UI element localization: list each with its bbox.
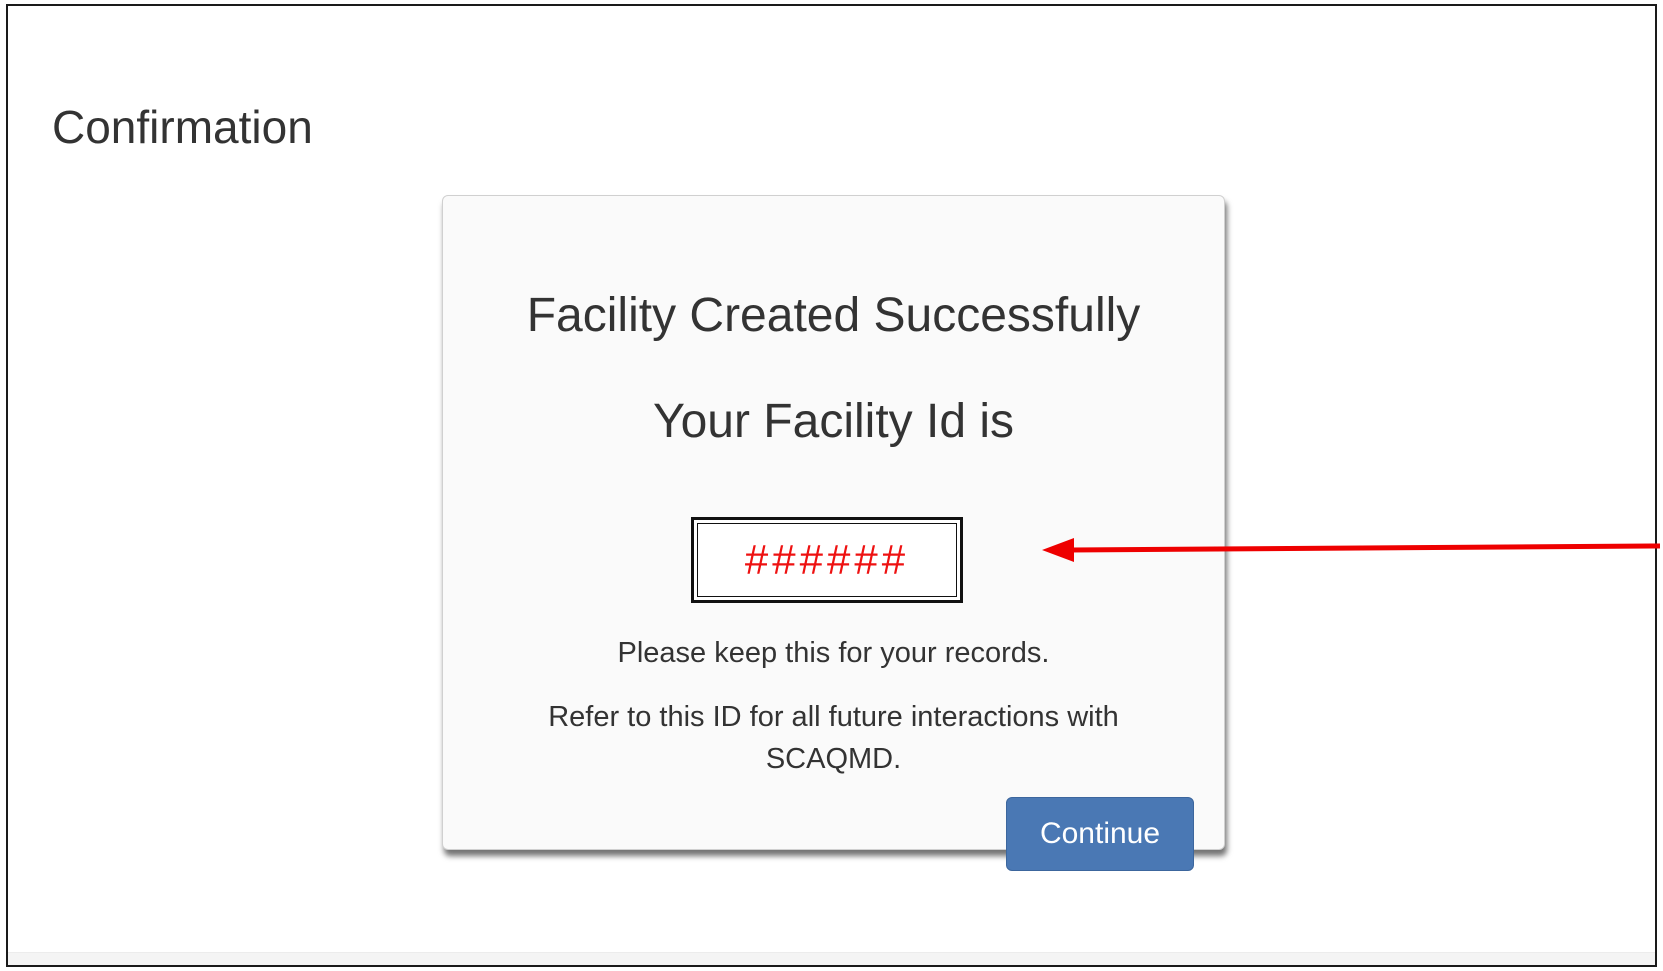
facility-id-box: ###### <box>691 517 963 603</box>
continue-button[interactable]: Continue <box>1006 797 1194 871</box>
page-footer-strip <box>8 952 1655 965</box>
page-title: Confirmation <box>52 101 313 153</box>
confirmation-page: Confirmation Facility Created Successful… <box>6 4 1657 967</box>
facility-id-value: ###### <box>697 523 957 597</box>
success-heading: Facility Created Successfully <box>526 289 1141 342</box>
confirmation-card: Facility Created Successfully Your Facil… <box>442 195 1225 850</box>
left-arrow-icon <box>1042 538 1660 562</box>
refer-id-note: Refer to this ID for all future interact… <box>548 701 1119 776</box>
keep-records-note: Please keep this for your records. <box>617 637 1050 669</box>
facility-id-heading: Your Facility Id is <box>652 395 1015 448</box>
